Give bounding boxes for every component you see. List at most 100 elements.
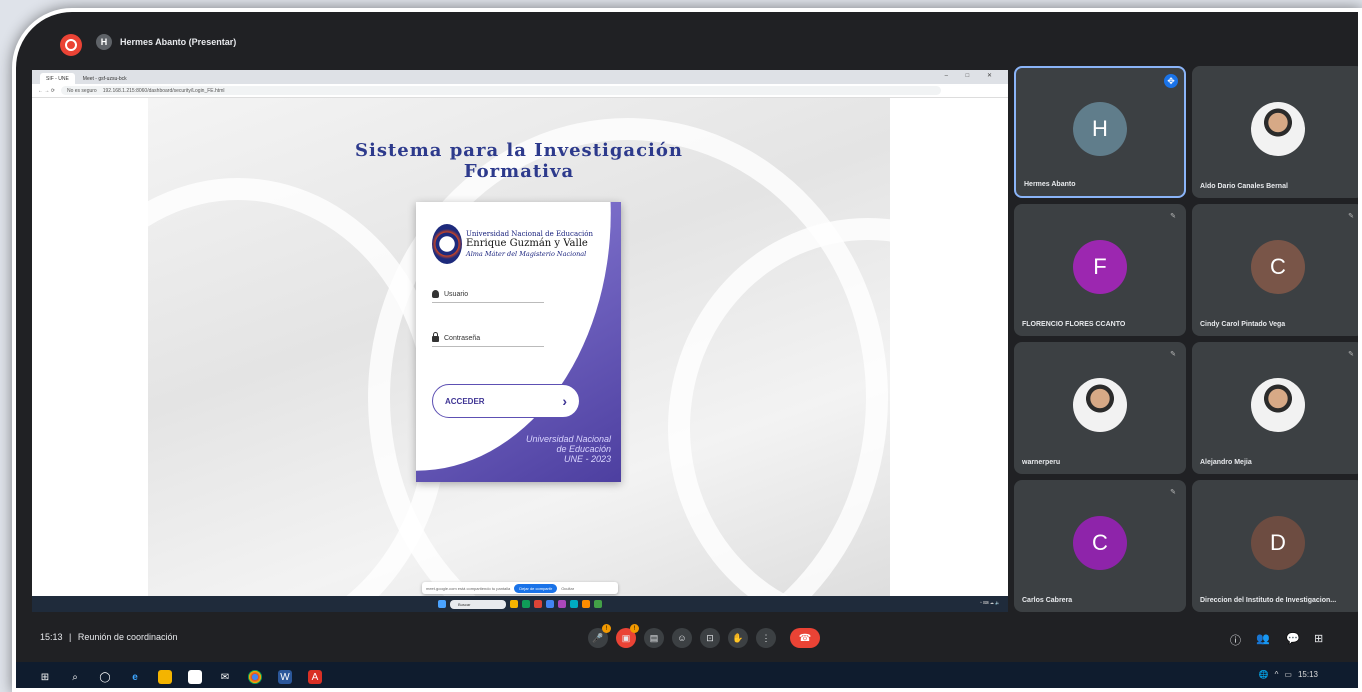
recording-icon[interactable] xyxy=(60,34,82,56)
mic-off-icon: ✎ xyxy=(1348,213,1354,220)
pdf-icon[interactable]: A xyxy=(308,670,322,684)
search-icon[interactable]: ⌕ xyxy=(68,670,82,684)
screen-share-bar: meet.google.com está compartiendo tu pan… xyxy=(422,582,618,594)
login-button[interactable]: ACCEDER › xyxy=(432,384,580,418)
login-card: Universidad Nacional de Educación Enriqu… xyxy=(416,202,621,482)
participant-tile[interactable]: ✎ C Carlos Cabrera xyxy=(1014,480,1186,612)
captions-button[interactable]: ▤ xyxy=(644,628,664,648)
meet-topbar: H Hermes Abanto (Presentar) xyxy=(16,12,1358,70)
participant-name: Cindy Carol Pintado Vega xyxy=(1200,321,1286,328)
presenter-chip[interactable]: H Hermes Abanto (Presentar) xyxy=(96,34,236,50)
login-page: Sistema para la Investigación Formativa … xyxy=(148,98,890,612)
password-field[interactable]: Contraseña xyxy=(432,332,544,347)
browser-tab-sif[interactable]: SIF - UNE xyxy=(40,73,75,84)
file-explorer-icon[interactable] xyxy=(158,670,172,684)
inner-taskbar: Buscar ^ ⌨ ☁ 🔈 xyxy=(32,596,1008,612)
participant-tile[interactable]: ✎ warnerperu xyxy=(1014,342,1186,474)
activities-icon[interactable]: ⊞ xyxy=(1314,632,1323,645)
shared-screen: SIF - UNE Meet - gsf-uzsu-bck – □ ✕ ← → … xyxy=(32,70,1008,612)
mic-off-icon: ✎ xyxy=(1170,213,1176,220)
display-icon[interactable]: ▭ xyxy=(1284,670,1292,679)
pin-icon[interactable]: ✥ xyxy=(1164,74,1178,88)
window-controls[interactable]: – □ ✕ xyxy=(945,72,1000,79)
raise-hand-button[interactable]: ✋ xyxy=(728,628,748,648)
participant-tile[interactable]: D Direccion del Instituto de Investigaci… xyxy=(1192,480,1358,612)
mail-icon[interactable]: ✉ xyxy=(218,670,232,684)
store-icon[interactable] xyxy=(188,670,202,684)
app-icon[interactable] xyxy=(534,600,542,608)
app-icon[interactable] xyxy=(522,600,530,608)
chevron-right-icon: › xyxy=(562,393,567,409)
mic-off-icon: ✎ xyxy=(1170,489,1176,496)
mic-off-icon: ✎ xyxy=(1348,351,1354,358)
url-bar[interactable]: No es seguro 192.168.1.215:8060/dashboar… xyxy=(60,86,941,95)
info-icon[interactable]: ⓘ xyxy=(1230,632,1241,648)
meeting-separator: | xyxy=(69,632,72,642)
word-icon[interactable]: W xyxy=(278,670,292,684)
participant-tile[interactable]: ✎ Alejandro Mejia xyxy=(1192,342,1358,474)
app-icon[interactable] xyxy=(546,600,554,608)
participant-tile[interactable]: ✎ F FLORENCIO FLORES CCANTO xyxy=(1014,204,1186,336)
site-title: Sistema para la Investigación Formativa xyxy=(148,140,890,182)
system-tray: 🌐 ^ ▭ 15:13 xyxy=(1259,670,1318,679)
windows-start-icon[interactable]: ⊞ xyxy=(38,670,52,684)
participant-photo xyxy=(1251,378,1305,433)
edge-icon[interactable]: e xyxy=(128,670,142,684)
footer-line2: de Educación xyxy=(556,444,611,454)
participant-name: FLORENCIO FLORES CCANTO xyxy=(1022,321,1126,328)
site-title-line1: Sistema para la Investigación xyxy=(355,140,683,161)
app-icon[interactable] xyxy=(594,600,602,608)
participant-tile[interactable]: Aldo Dario Canales Bernal xyxy=(1192,66,1358,198)
participant-tile[interactable]: ✥ H Hermes Abanto xyxy=(1014,66,1186,198)
hang-up-button[interactable]: ☎ xyxy=(790,628,820,648)
host-taskbar: ⊞ ⌕ ◯ e ✉ W A 🌐 ^ ▭ 15:13 xyxy=(16,662,1358,688)
nav-icons[interactable]: ← → ⟳ xyxy=(38,88,55,94)
participant-tile[interactable]: ✎ C Cindy Carol Pintado Vega xyxy=(1192,204,1358,336)
app-icon[interactable] xyxy=(510,600,518,608)
stop-sharing-button[interactable]: Dejar de compartir xyxy=(514,583,558,593)
url-warning: No es seguro xyxy=(66,87,97,94)
presenter-avatar: H xyxy=(96,34,112,50)
mic-button[interactable]: 🎤! xyxy=(588,624,611,648)
chat-icon[interactable]: 💬 xyxy=(1286,632,1300,645)
more-options-button[interactable]: ⋮ xyxy=(756,628,776,648)
presenter-label: Hermes Abanto (Presentar) xyxy=(120,37,237,47)
network-icon[interactable]: 🌐 xyxy=(1259,670,1269,679)
username-placeholder: Usuario xyxy=(444,290,469,298)
hide-share-button[interactable]: Ocultar xyxy=(561,586,574,591)
share-message: meet.google.com está compartiendo tu pan… xyxy=(426,585,511,591)
logo-line2: Enrique Guzmán y Valle xyxy=(466,238,588,249)
meeting-time: 15:13 xyxy=(40,632,63,642)
meet-controls-bar: 15:13 | Reunión de coordinación 🎤! ▣! ▤ … xyxy=(16,616,1358,658)
app-icon[interactable] xyxy=(558,600,566,608)
host-clock[interactable]: 15:13 xyxy=(1298,670,1318,679)
chrome-icon[interactable] xyxy=(248,670,262,684)
footer-line1: Universidad Nacional xyxy=(525,434,611,444)
lock-icon xyxy=(432,332,439,342)
warning-badge-icon: ! xyxy=(630,624,639,633)
footer-line3: UNE - 2023 xyxy=(563,454,611,464)
participant-avatar: C xyxy=(1251,240,1305,295)
password-placeholder: Contraseña xyxy=(444,334,481,342)
participant-name: Aldo Dario Canales Bernal xyxy=(1200,183,1288,190)
participant-photo xyxy=(1251,102,1305,157)
app-icon[interactable] xyxy=(582,600,590,608)
participant-name: Alejandro Mejia xyxy=(1200,459,1252,466)
meet-window: H Hermes Abanto (Presentar) SIF - UNE Me… xyxy=(12,8,1362,692)
username-field[interactable]: Usuario xyxy=(432,290,544,303)
participant-name: Hermes Abanto xyxy=(1024,181,1076,188)
present-button[interactable]: ⊡ xyxy=(700,628,720,648)
camera-button[interactable]: ▣! xyxy=(616,624,639,648)
start-icon[interactable] xyxy=(438,600,446,608)
task-view-icon[interactable]: ◯ xyxy=(98,670,112,684)
participant-name: Direccion del Instituto de Investigacion… xyxy=(1200,597,1337,604)
chevron-up-icon[interactable]: ^ xyxy=(1275,670,1279,679)
url-text: 192.168.1.215:8060/dashboard/security/Lo… xyxy=(102,87,225,94)
people-icon[interactable]: 👥 xyxy=(1256,632,1270,645)
browser-tabbar: SIF - UNE Meet - gsf-uzsu-bck – □ ✕ xyxy=(32,70,1008,84)
app-icon[interactable] xyxy=(570,600,578,608)
browser-tab-meet[interactable]: Meet - gsf-uzsu-bck xyxy=(77,73,133,84)
emoji-button[interactable]: ☺ xyxy=(672,628,692,648)
card-footer: Universidad Nacional de Educación UNE - … xyxy=(526,434,611,464)
taskbar-search[interactable]: Buscar xyxy=(450,599,506,609)
